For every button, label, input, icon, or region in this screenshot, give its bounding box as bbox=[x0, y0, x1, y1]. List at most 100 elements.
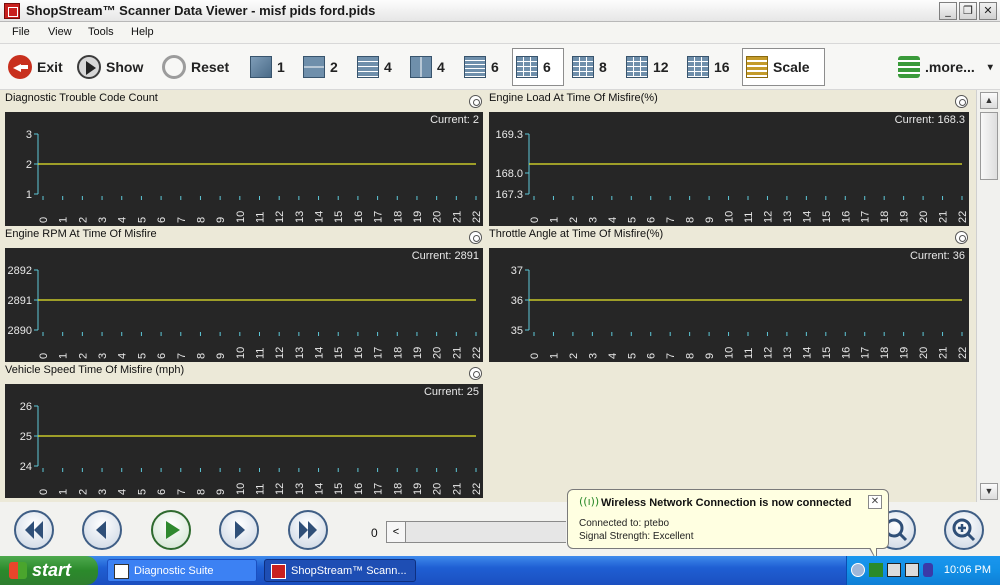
x-tick-label: 6 bbox=[646, 353, 658, 359]
more-button[interactable]: .more... ▾ bbox=[895, 48, 996, 86]
forward-end-button[interactable] bbox=[288, 510, 328, 550]
x-tick-label: 11 bbox=[255, 212, 267, 223]
x-tick-label: 19 bbox=[412, 211, 424, 223]
y-tick-label: 2891 bbox=[8, 295, 32, 307]
x-tick-label: 10 bbox=[235, 347, 247, 359]
playback-slider[interactable] bbox=[406, 521, 566, 543]
chart-svg: Current: 23210 1 2 3 4 5 6 7 8 9 10 11 12 13 14 15 16 17 1… bbox=[26, 114, 483, 223]
menu-file[interactable]: File bbox=[12, 26, 30, 38]
show-button[interactable]: Show bbox=[74, 48, 146, 86]
chart-plot-area[interactable]: Current: 36 37 36 35 0 1 2 3 4 5 6 7 8 9 10 11 12 13 14 15 1… bbox=[489, 248, 969, 362]
minimize-button[interactable]: _ bbox=[939, 2, 957, 20]
more-dropdown-icon: ▾ bbox=[987, 61, 993, 73]
layout-4-rows-button[interactable]: 4 bbox=[354, 48, 395, 86]
x-tick-label: 6 bbox=[156, 217, 168, 223]
taskbar-item-shopstream[interactable]: ShopStream™ Scann... bbox=[264, 559, 416, 582]
x-tick-label: 0 bbox=[38, 217, 50, 223]
layout-6-grid-icon bbox=[516, 56, 538, 78]
x-tick-label: 19 bbox=[899, 347, 911, 359]
display-tray-icon[interactable] bbox=[887, 563, 901, 577]
x-tick-label: 16 bbox=[353, 211, 365, 223]
y-tick-label: 24 bbox=[20, 461, 32, 473]
x-tick-label: 13 bbox=[782, 211, 794, 223]
layout-4-grid-label: 4 bbox=[437, 59, 445, 75]
layout-6-rows-label: 6 bbox=[491, 59, 499, 75]
taskbar-item-diagnostic-suite[interactable]: Diagnostic Suite bbox=[107, 559, 257, 582]
x-tick-label: 5 bbox=[626, 353, 638, 359]
x-tick-label: 0 bbox=[529, 353, 541, 359]
layout-2-button[interactable]: 2 bbox=[300, 48, 341, 86]
app-icon bbox=[4, 3, 20, 19]
layout-1-button[interactable]: 1 bbox=[247, 48, 288, 86]
menu-view[interactable]: View bbox=[48, 26, 72, 38]
slider-left-button[interactable]: < bbox=[386, 521, 406, 543]
reset-icon bbox=[162, 55, 186, 79]
volume-tray-icon[interactable] bbox=[923, 563, 933, 577]
step-back-button[interactable] bbox=[82, 510, 122, 550]
zoom-in-button[interactable] bbox=[944, 510, 984, 550]
chart-plot-area[interactable]: Current: 2891 2892 2891 2890 0 1 2 3 4 5 6 7 8 9 10 11 1… bbox=[5, 248, 483, 362]
wireless-tray-icon[interactable] bbox=[869, 563, 883, 577]
current-value-label: Current: 2891 bbox=[412, 250, 479, 262]
x-tick-label: 11 bbox=[255, 348, 267, 359]
x-tick-label: 18 bbox=[392, 211, 404, 223]
x-tick-label: 8 bbox=[685, 353, 697, 359]
scroll-thumb[interactable] bbox=[980, 112, 998, 180]
close-button[interactable]: ✕ bbox=[979, 2, 997, 20]
x-tick-label: 14 bbox=[314, 347, 326, 359]
layout-12-button[interactable]: 12 bbox=[623, 48, 672, 86]
layout-16-button[interactable]: 16 bbox=[684, 48, 733, 86]
x-tick-label: 12 bbox=[274, 347, 286, 359]
chart-options-button[interactable] bbox=[469, 367, 482, 380]
vertical-scrollbar[interactable]: ▲ ▼ bbox=[976, 90, 1000, 502]
x-tick-label: 11 bbox=[743, 348, 755, 359]
y-tick-label: 3 bbox=[26, 129, 32, 141]
chart-options-button[interactable] bbox=[469, 231, 482, 244]
reset-button[interactable]: Reset bbox=[159, 48, 232, 86]
shopstream-icon bbox=[271, 564, 286, 579]
layout-6-rows-button[interactable]: 6 bbox=[461, 48, 502, 86]
layout-4-grid-button[interactable]: 4 bbox=[407, 48, 448, 86]
chart-plot-area[interactable]: Current: 2 3 2 1 0 1 2 3 4 5 6 7 8 9 10 11 12 13 14 15 16 17 1… bbox=[5, 112, 483, 226]
system-tray: 10:06 PM bbox=[846, 556, 1000, 585]
start-button[interactable]: start bbox=[0, 556, 98, 585]
maximize-button[interactable]: ❐ bbox=[959, 2, 977, 20]
x-tick-label: 16 bbox=[840, 347, 852, 359]
chart-svg: Current: 168.3169.3168.0167.30 1 2 3 4 5 6 7 8 9 1… bbox=[495, 114, 969, 223]
chart-svg: Current: 363736350 1 2 3 4 5 6 7 8 9 10 11 12 13 14 15 1… bbox=[511, 250, 969, 359]
x-tick-label: 9 bbox=[704, 217, 716, 223]
chart-options-button[interactable] bbox=[469, 95, 482, 108]
menu-help[interactable]: Help bbox=[131, 26, 154, 38]
chart-options-button[interactable] bbox=[955, 231, 968, 244]
toolbar: Exit Show Reset 1 2 4 4 6 6 8 12 16 Scal… bbox=[0, 44, 1000, 90]
layout-6-grid-button[interactable]: 6 bbox=[512, 48, 564, 86]
rewind-start-button[interactable] bbox=[14, 510, 54, 550]
x-tick-label: 14 bbox=[314, 211, 326, 223]
scale-button[interactable]: Scale bbox=[742, 48, 825, 86]
notification-close-button[interactable]: ✕ bbox=[868, 495, 882, 509]
exit-button[interactable]: Exit bbox=[5, 48, 66, 86]
scroll-up-button[interactable]: ▲ bbox=[980, 92, 998, 109]
scroll-down-button[interactable]: ▼ bbox=[980, 483, 998, 500]
tray-expand-icon[interactable] bbox=[851, 563, 865, 577]
play-button[interactable] bbox=[151, 510, 191, 550]
x-tick-label: 7 bbox=[176, 353, 188, 359]
play-icon bbox=[166, 521, 180, 539]
more-label: .more... bbox=[925, 59, 975, 75]
x-tick-label: 13 bbox=[294, 211, 306, 223]
chart-plot-area[interactable]: Current: 168.3 169.3 168.0 167.3 0 1 2 3 4 5 6 7 8 9 1… bbox=[489, 112, 969, 226]
battery-tray-icon[interactable] bbox=[905, 563, 919, 577]
window-controls: _ ❐ ✕ bbox=[939, 2, 997, 20]
x-tick-label: 12 bbox=[274, 211, 286, 223]
x-tick-label: 3 bbox=[97, 217, 109, 223]
step-forward-button[interactable] bbox=[219, 510, 259, 550]
layout-8-button[interactable]: 8 bbox=[569, 48, 610, 86]
menu-tools[interactable]: Tools bbox=[88, 26, 114, 38]
x-tick-label: 4 bbox=[117, 217, 129, 223]
x-tick-label: 2 bbox=[77, 217, 89, 223]
x-tick-label: 13 bbox=[294, 347, 306, 359]
current-value-label: Current: 2 bbox=[430, 114, 479, 126]
network-notification[interactable]: ((ı)) Wireless Network Connection is now… bbox=[567, 489, 889, 549]
chart-plot-area[interactable]: Current: 25 26 25 24 0 1 2 3 4 5 6 7 8 9 10 11 12 13 14 15 1… bbox=[5, 384, 483, 498]
chart-options-button[interactable] bbox=[955, 95, 968, 108]
